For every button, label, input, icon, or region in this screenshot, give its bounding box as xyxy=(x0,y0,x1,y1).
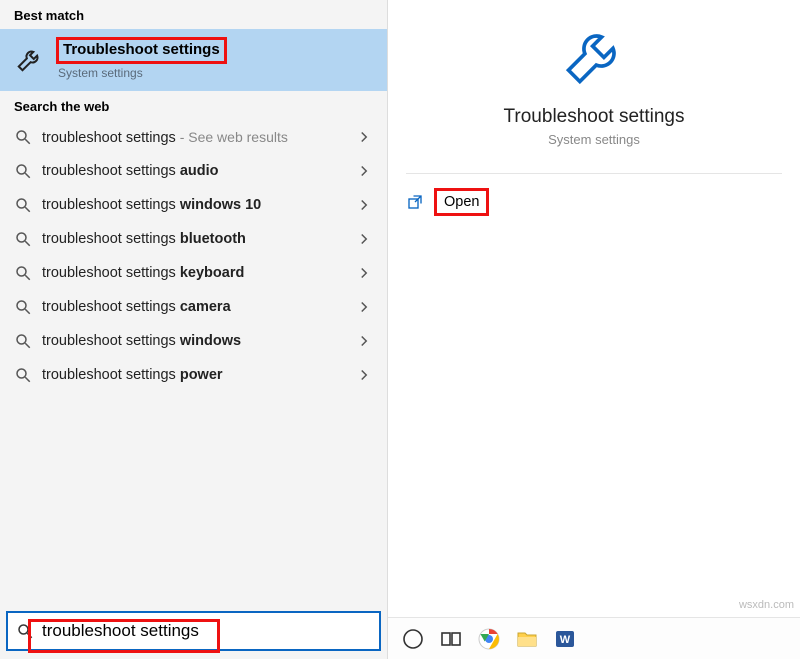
search-input[interactable] xyxy=(42,621,371,641)
web-result-item[interactable]: troubleshoot settings - See web results xyxy=(0,120,387,154)
search-web-header: Search the web xyxy=(0,91,387,120)
open-external-icon xyxy=(406,193,424,211)
chevron-right-icon xyxy=(355,332,373,350)
svg-text:W: W xyxy=(560,634,571,646)
open-action[interactable]: Open xyxy=(388,174,800,230)
web-result-label: troubleshoot settings audio xyxy=(42,163,345,179)
watermark: wsxdn.com xyxy=(739,599,794,611)
best-match-header: Best match xyxy=(0,0,387,29)
search-bar[interactable] xyxy=(6,611,381,651)
word-icon[interactable]: W xyxy=(552,626,578,652)
search-results-panel: Best match Troubleshoot settings System … xyxy=(0,0,388,659)
web-result-label: troubleshoot settings windows xyxy=(42,333,345,349)
chevron-right-icon xyxy=(355,298,373,316)
web-result-label: troubleshoot settings windows 10 xyxy=(42,197,345,213)
preview-header: Troubleshoot settings System settings xyxy=(406,0,782,174)
web-result-label: troubleshoot settings bluetooth xyxy=(42,231,345,247)
web-result-label: troubleshoot settings power xyxy=(42,367,345,383)
preview-subtitle: System settings xyxy=(548,132,640,147)
chevron-right-icon xyxy=(355,264,373,282)
web-result-item[interactable]: troubleshoot settings power xyxy=(0,358,387,392)
web-result-item[interactable]: troubleshoot settings windows 10 xyxy=(0,188,387,222)
chevron-right-icon xyxy=(355,128,373,146)
chevron-right-icon xyxy=(355,196,373,214)
web-result-label: troubleshoot settings - See web results xyxy=(42,129,345,146)
web-result-label: troubleshoot settings keyboard xyxy=(42,265,345,281)
search-icon xyxy=(14,128,32,146)
cortana-icon[interactable] xyxy=(400,626,426,652)
search-icon xyxy=(14,298,32,316)
search-icon xyxy=(14,230,32,248)
search-icon xyxy=(14,332,32,350)
chevron-right-icon xyxy=(355,230,373,248)
search-icon xyxy=(14,264,32,282)
preview-title: Troubleshoot settings xyxy=(504,106,685,128)
task-view-icon[interactable] xyxy=(438,626,464,652)
best-match-title: Troubleshoot settings xyxy=(63,41,220,58)
preview-panel: Troubleshoot settings System settings Op… xyxy=(388,0,800,659)
web-result-item[interactable]: troubleshoot settings keyboard xyxy=(0,256,387,290)
best-match-item[interactable]: Troubleshoot settings System settings xyxy=(0,29,387,91)
annotation-highlight: Troubleshoot settings xyxy=(56,37,227,64)
search-icon xyxy=(14,366,32,384)
annotation-highlight: Open xyxy=(434,188,489,216)
file-explorer-icon[interactable] xyxy=(514,626,540,652)
web-result-label: troubleshoot settings camera xyxy=(42,299,345,315)
search-icon xyxy=(16,622,34,640)
chevron-right-icon xyxy=(355,162,373,180)
web-result-item[interactable]: troubleshoot settings audio xyxy=(0,154,387,188)
taskbar: W xyxy=(388,617,800,659)
best-match-subtitle: System settings xyxy=(56,64,227,82)
web-result-item[interactable]: troubleshoot settings camera xyxy=(0,290,387,324)
web-result-item[interactable]: troubleshoot settings windows xyxy=(0,324,387,358)
wrench-icon xyxy=(14,43,46,75)
search-icon xyxy=(14,196,32,214)
web-result-item[interactable]: troubleshoot settings bluetooth xyxy=(0,222,387,256)
open-label: Open xyxy=(444,194,479,210)
chrome-icon[interactable] xyxy=(476,626,502,652)
chevron-right-icon xyxy=(355,366,373,384)
web-results-list: troubleshoot settings - See web results t… xyxy=(0,120,387,392)
search-icon xyxy=(14,162,32,180)
wrench-icon xyxy=(560,22,628,90)
